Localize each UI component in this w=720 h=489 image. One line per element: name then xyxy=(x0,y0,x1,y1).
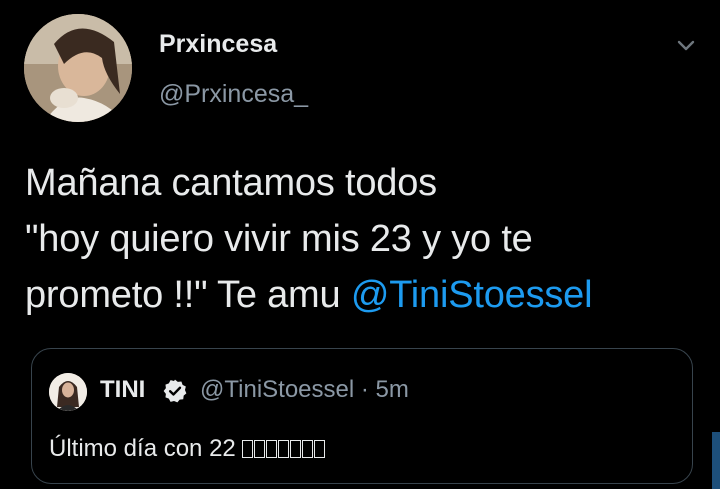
quoted-tweet-text: Último día con 22 xyxy=(49,435,326,463)
author-avatar-image xyxy=(24,14,132,122)
author-handle[interactable]: @Prxincesa_ xyxy=(159,80,308,109)
quoted-handle-time[interactable]: @TiniStoessel · 5m xyxy=(200,376,409,404)
quoted-author-name[interactable]: TINI xyxy=(100,376,145,404)
tweet-text-line-3: prometo !!" Te amu @TiniStoessel xyxy=(25,267,705,323)
mention-link[interactable]: @TiniStoessel xyxy=(351,274,593,316)
quoted-author-avatar[interactable] xyxy=(49,373,87,411)
missing-emoji-glyph xyxy=(314,440,326,458)
edge-decoration xyxy=(712,432,720,489)
quoted-tweet[interactable]: TINI @TiniStoessel · 5m Último día con 2… xyxy=(31,348,693,484)
tweet-card: Prxincesa @Prxincesa_ Mañana cantamos to… xyxy=(0,0,720,489)
emoji-placeholders xyxy=(242,435,326,462)
tweet-text: Mañana cantamos todos "hoy quiero vivir … xyxy=(25,155,705,323)
tweet-text-line-1: Mañana cantamos todos xyxy=(25,162,437,204)
tweet-text-line-3-prefix: prometo !!" Te amu xyxy=(25,274,351,316)
chevron-down-icon[interactable] xyxy=(674,34,698,58)
quoted-author-avatar-image xyxy=(49,373,87,411)
tweet-text-line-2: "hoy quiero vivir mis 23 y yo te xyxy=(25,218,533,260)
missing-emoji-glyph xyxy=(290,440,302,458)
missing-emoji-glyph xyxy=(254,440,266,458)
missing-emoji-glyph xyxy=(302,440,314,458)
missing-emoji-glyph xyxy=(278,440,290,458)
author-display-name[interactable]: Prxincesa xyxy=(159,30,277,59)
missing-emoji-glyph xyxy=(266,440,278,458)
author-avatar[interactable] xyxy=(24,14,132,122)
missing-emoji-glyph xyxy=(242,440,254,458)
quoted-tweet-text-body: Último día con 22 xyxy=(49,435,236,462)
verified-badge-icon xyxy=(163,379,187,403)
